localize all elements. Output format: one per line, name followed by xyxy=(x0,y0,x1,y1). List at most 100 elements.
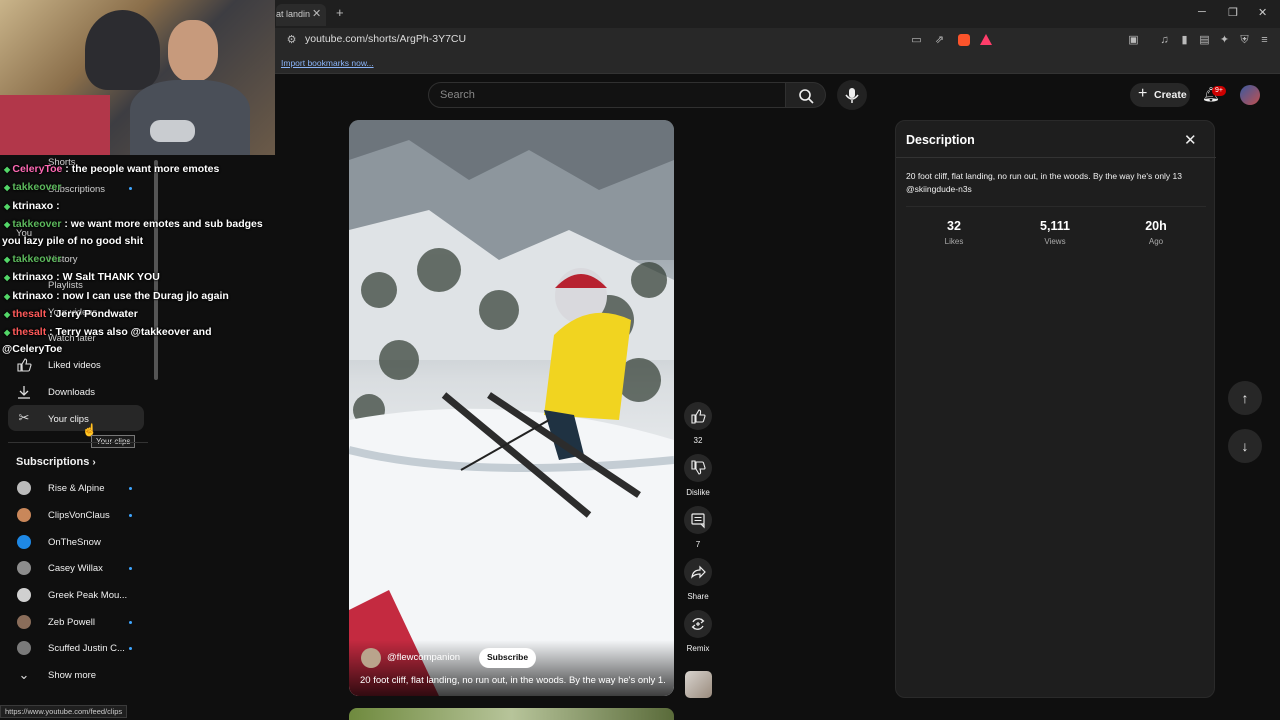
chat-text: : Jerry Pondwater xyxy=(46,308,138,320)
share-icon xyxy=(691,565,706,579)
like-button[interactable] xyxy=(684,402,712,430)
like-count: 32 xyxy=(693,436,703,445)
thumb-up-icon xyxy=(691,409,706,424)
wallet-icon[interactable]: ▤ xyxy=(1198,34,1211,47)
chat-message: ◆ takkeover : we want more emotes and su… xyxy=(4,218,263,230)
download-icon xyxy=(16,384,32,400)
next-video-button[interactable]: ↓ xyxy=(1228,429,1262,463)
cast-icon[interactable]: ▭ xyxy=(910,34,923,47)
sidebar-toggle-icon[interactable]: ▮ xyxy=(1178,34,1191,47)
chat-message: ◆ ktrinaxo : now I can use the Durag jlo… xyxy=(4,290,229,302)
new-tab-icon[interactable]: + xyxy=(336,5,344,20)
shorts-video-player[interactable]: @flewcompanion Subscribe 20 foot cliff, … xyxy=(349,120,674,696)
remix-button[interactable] xyxy=(684,610,712,638)
brave-rewards-icon[interactable] xyxy=(980,34,992,45)
age-stat-value: 20h xyxy=(1145,219,1167,233)
share-button[interactable] xyxy=(684,558,712,586)
dislike-button[interactable] xyxy=(684,454,712,482)
chat-text: @CeleryToe xyxy=(2,343,63,355)
channel-name[interactable]: @flewcompanion xyxy=(387,652,460,663)
subscription-label: Greek Peak Mou... xyxy=(48,590,128,601)
new-content-dot xyxy=(129,187,132,190)
chat-text: : the people want more emotes xyxy=(62,163,220,175)
sidebar-scrollbar[interactable] xyxy=(154,160,158,380)
chat-username: takkeover xyxy=(12,218,62,230)
comment-count: 7 xyxy=(695,540,701,549)
share-label: Share xyxy=(687,592,709,601)
thumb-down-icon xyxy=(691,460,706,475)
create-button[interactable]: + Create xyxy=(1130,83,1190,107)
chat-message: ◆ takkeover xyxy=(4,181,61,193)
likes-stat-value: 32 xyxy=(947,219,961,233)
import-bookmarks-link[interactable]: Import bookmarks now... xyxy=(281,58,374,68)
share-page-icon[interactable]: ⇗ xyxy=(933,34,946,47)
chat-text: you lazy pile of no good shit xyxy=(2,235,144,247)
channel-avatar[interactable] xyxy=(361,648,381,668)
channel-avatar xyxy=(17,588,31,602)
dislike-label: Dislike xyxy=(686,488,710,497)
remix-label: Remix xyxy=(686,644,710,653)
video-frame-art xyxy=(349,120,674,696)
leo-icon[interactable]: ✦ xyxy=(1218,34,1231,47)
age-stat-label: Ago xyxy=(1148,237,1164,246)
restore-icon[interactable]: ❐ xyxy=(1228,6,1238,19)
arrow-down-icon: ↓ xyxy=(1241,438,1249,454)
video-caption[interactable]: 20 foot cliff, flat landing, no run out,… xyxy=(360,675,665,686)
chat-message: you lazy pile of no good shit xyxy=(2,235,143,247)
create-label: Create xyxy=(1154,89,1187,101)
close-icon[interactable]: ✕ xyxy=(1184,131,1197,149)
status-bar-url: https://www.youtube.com/feed/clips xyxy=(0,705,128,718)
search-input[interactable]: Search xyxy=(440,89,475,101)
description-text: 20 foot cliff, flat landing, no run out,… xyxy=(906,171,1182,194)
webcam-background-object xyxy=(0,95,110,155)
views-stat-value: 5,111 xyxy=(1040,219,1070,233)
subscriptions-header[interactable]: Subscriptions › xyxy=(16,456,96,468)
url-field[interactable]: youtube.com/shorts/ArgPh-3Y7CU xyxy=(305,33,466,45)
plus-icon: + xyxy=(1138,85,1148,102)
search-button[interactable] xyxy=(786,82,826,108)
comments-button[interactable] xyxy=(684,506,712,534)
search-icon xyxy=(799,89,814,104)
webcam-person-body xyxy=(130,80,250,155)
next-video-preview[interactable] xyxy=(349,708,674,720)
search-box[interactable] xyxy=(428,82,786,108)
brave-shield-icon[interactable] xyxy=(958,34,970,46)
subscription-label: Rise & Alpine xyxy=(48,483,105,494)
channel-avatar xyxy=(17,561,31,575)
music-icon[interactable]: ♫ xyxy=(1158,34,1171,47)
remix-icon xyxy=(691,618,705,630)
subscription-label: Scuffed Justin C... xyxy=(48,643,125,654)
subscription-label: Zeb Powell xyxy=(48,617,95,628)
menu-icon[interactable]: ≡ xyxy=(1258,34,1271,47)
new-content-dot xyxy=(129,487,132,490)
chat-message: ◆ ktrinaxo : W Salt THANK YOU xyxy=(4,271,160,283)
tab-close-icon[interactable]: ✕ xyxy=(312,7,321,20)
site-info-icon[interactable]: ⚙ xyxy=(285,34,298,47)
account-avatar[interactable] xyxy=(1240,85,1260,105)
channel-avatar xyxy=(17,481,31,495)
channel-avatar xyxy=(17,508,31,522)
description-divider xyxy=(896,157,1216,158)
chat-text: : we want more emotes and sub badges xyxy=(61,218,263,230)
likes-stat-label: Likes xyxy=(944,237,964,246)
chat-text: : xyxy=(53,200,60,212)
chat-message: ◆ CeleryToe : the people want more emote… xyxy=(4,163,219,175)
chat-text: : now I can use the Durag jlo again xyxy=(53,290,229,302)
channel-avatar xyxy=(17,535,31,549)
chat-username: ktrinaxo xyxy=(12,271,54,283)
chat-username: takkeover xyxy=(12,253,62,265)
chevron-down-icon: ⌄ xyxy=(18,667,30,682)
screenshot-icon[interactable]: ▣ xyxy=(1127,34,1140,47)
previous-video-button[interactable]: ↑ xyxy=(1228,381,1262,415)
comment-icon xyxy=(691,513,705,529)
subscribe-button[interactable]: Subscribe xyxy=(479,648,537,668)
chat-username: thesalt xyxy=(12,326,47,338)
webcam-chair xyxy=(85,10,160,90)
voice-search-button[interactable] xyxy=(837,80,867,110)
vpn-icon[interactable]: ⛨ xyxy=(1238,34,1251,47)
minimize-icon[interactable]: ─ xyxy=(1198,6,1206,18)
notification-badge: 9+ xyxy=(1212,86,1226,96)
sound-thumbnail[interactable] xyxy=(685,671,712,698)
window-close-icon[interactable]: ✕ xyxy=(1258,6,1267,19)
description-panel: Description ✕ 20 foot cliff, flat landin… xyxy=(895,120,1216,698)
